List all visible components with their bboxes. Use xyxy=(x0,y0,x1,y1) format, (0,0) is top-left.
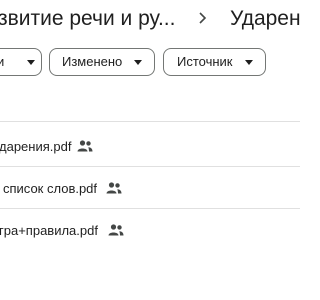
list-divider xyxy=(0,208,300,209)
people-icon xyxy=(106,182,122,194)
modified-filter-chip[interactable]: Изменено xyxy=(49,48,155,76)
source-filter-chip[interactable]: Источник xyxy=(163,48,266,76)
chevron-right-icon xyxy=(199,12,207,24)
type-filter-label: и xyxy=(0,49,4,75)
list-divider xyxy=(0,166,300,167)
file-row[interactable]: список слов.pdf xyxy=(0,168,300,210)
modified-filter-label: Изменено xyxy=(62,54,123,69)
source-filter-label: Источник xyxy=(177,54,233,69)
list-divider xyxy=(0,121,300,122)
file-row[interactable]: гра+правила.pdf xyxy=(0,210,300,252)
drive-folder-view: звитие речи и ру... Ударен и Изменено Ис… xyxy=(0,0,300,300)
file-name: дарения.pdf xyxy=(0,139,72,154)
dropdown-caret-icon xyxy=(134,60,142,65)
type-filter-chip[interactable]: и xyxy=(0,48,42,76)
dropdown-caret-icon xyxy=(27,60,35,65)
people-icon xyxy=(108,224,124,236)
breadcrumb-current-folder[interactable]: Ударен xyxy=(230,6,300,32)
file-name: список слов.pdf xyxy=(3,181,98,196)
breadcrumb-parent-folder[interactable]: звитие речи и ру... xyxy=(0,6,175,32)
breadcrumb: звитие речи и ру... Ударен xyxy=(0,0,300,42)
file-row[interactable]: дарения.pdf xyxy=(0,126,300,168)
file-name: гра+правила.pdf xyxy=(0,223,98,238)
people-icon xyxy=(77,140,93,152)
dropdown-caret-icon xyxy=(245,60,253,65)
